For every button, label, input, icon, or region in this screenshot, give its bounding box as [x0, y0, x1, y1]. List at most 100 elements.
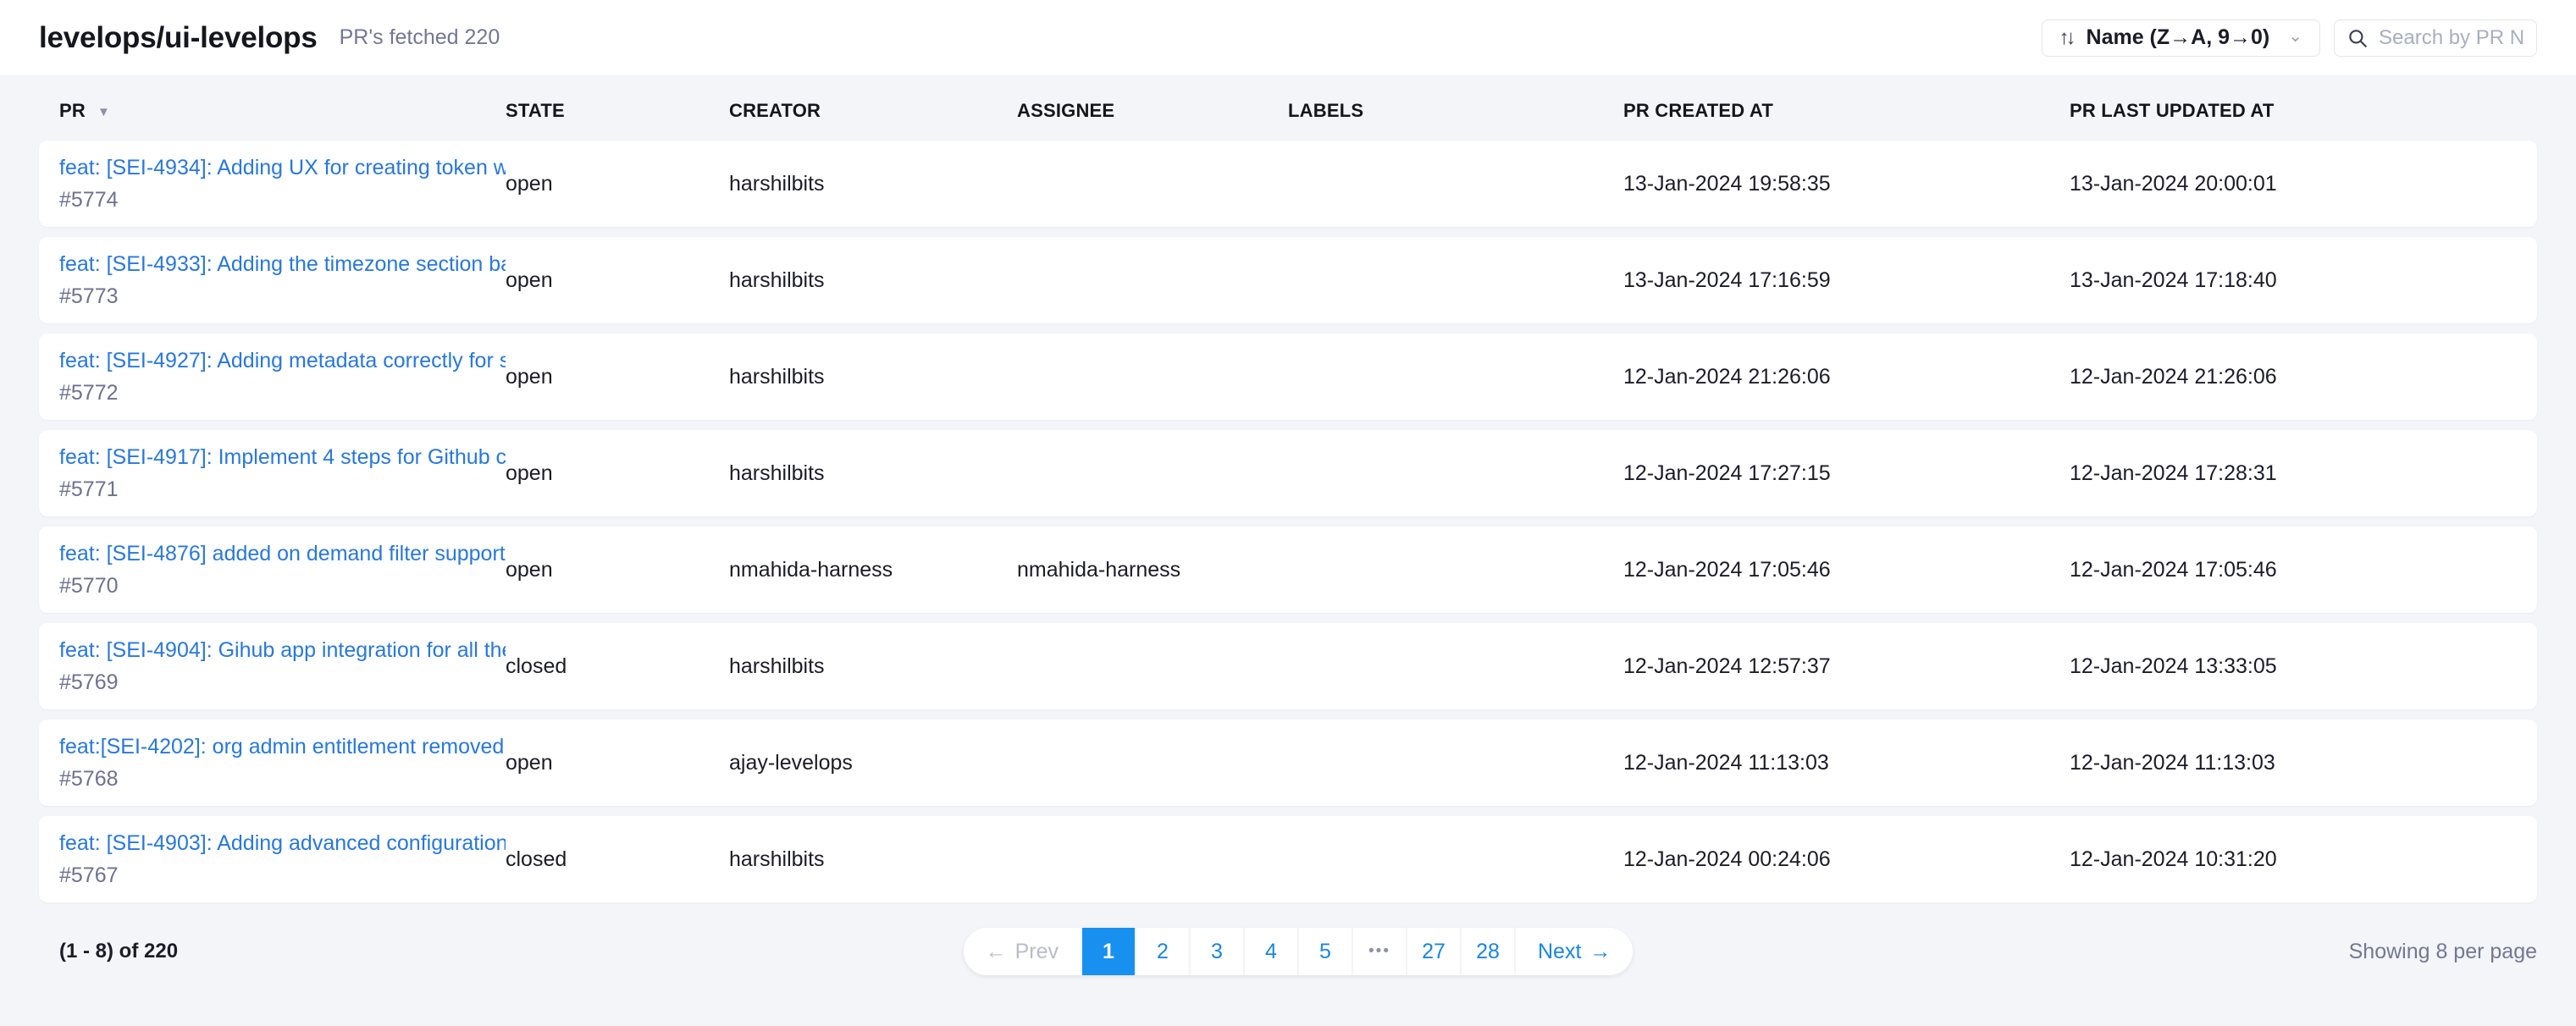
- table-row: feat: [SEI-4934]: Adding UX for creating…: [39, 141, 2537, 227]
- pagination-next-button[interactable]: Next →: [1514, 928, 1633, 975]
- pr-number: #5772: [59, 381, 506, 405]
- pagination-ellipsis[interactable]: •••: [1352, 928, 1406, 975]
- search-icon: [2347, 27, 2369, 49]
- pr-updated-at: 12-Jan-2024 17:28:31: [2070, 461, 2517, 486]
- pr-cell: feat: [SEI-4904]: Gihub app integration …: [59, 638, 506, 695]
- pr-creator: harshilbits: [729, 654, 1017, 679]
- column-header-pr[interactable]: PR ▼: [59, 100, 506, 122]
- pr-created-at: 12-Jan-2024 12:57:37: [1623, 654, 2070, 679]
- pr-state: closed: [506, 847, 729, 872]
- pr-assignee: nmahida-harness: [1017, 558, 1288, 582]
- pr-table: PR ▼ STATE CREATOR ASSIGNEE LABELS PR CR…: [0, 76, 2576, 975]
- sort-arrows-icon: ↑↓: [2059, 26, 2073, 50]
- top-bar: levelops/ui-levelops PR's fetched 220 ↑↓…: [0, 0, 2576, 76]
- table-row: feat: [SEI-4917]: Implement 4 steps for …: [39, 430, 2537, 516]
- pr-created-at: 12-Jan-2024 17:05:46: [1623, 558, 2070, 582]
- pr-state: open: [506, 172, 729, 196]
- pr-cell: feat: [SEI-4933]: Adding the timezone se…: [59, 252, 506, 309]
- pr-cell: feat: [SEI-4917]: Implement 4 steps for …: [59, 445, 506, 502]
- pr-created-at: 12-Jan-2024 11:13:03: [1623, 751, 2070, 775]
- pr-creator: harshilbits: [729, 268, 1017, 293]
- pr-number: #5767: [59, 863, 506, 888]
- pr-title-link[interactable]: feat: [SEI-4903]: Adding advanced config…: [59, 831, 506, 856]
- pr-state: closed: [506, 654, 729, 679]
- pagination-page-3[interactable]: 3: [1189, 928, 1243, 975]
- pr-creator: ajay-levelops: [729, 751, 1017, 775]
- pr-creator: harshilbits: [729, 847, 1017, 872]
- pr-number: #5770: [59, 574, 506, 598]
- pr-updated-at: 12-Jan-2024 13:33:05: [2070, 654, 2517, 679]
- pr-title-link[interactable]: feat: [SEI-4917]: Implement 4 steps for …: [59, 445, 506, 470]
- table-row: feat: [SEI-4927]: Adding metadata correc…: [39, 334, 2537, 420]
- pr-cell: feat: [SEI-4927]: Adding metadata correc…: [59, 349, 506, 405]
- pr-updated-at: 12-Jan-2024 21:26:06: [2070, 365, 2517, 389]
- search-input[interactable]: [2379, 26, 2524, 50]
- topbar-controls: ↑↓ Name (Z→A, 9→0) ⌄: [2042, 19, 2537, 57]
- result-range-text: (1 - 8) of 220: [59, 940, 964, 963]
- search-box[interactable]: [2334, 19, 2537, 57]
- pr-created-at: 13-Jan-2024 19:58:35: [1623, 172, 2070, 196]
- pr-updated-at: 12-Jan-2024 17:05:46: [2070, 558, 2517, 582]
- pr-state: open: [506, 751, 729, 775]
- sort-descending-icon[interactable]: ▼: [97, 105, 110, 119]
- pr-created-at: 12-Jan-2024 00:24:06: [1623, 847, 2070, 872]
- pr-updated-at: 13-Jan-2024 17:18:40: [2070, 268, 2517, 293]
- column-header-created-at: PR CREATED AT: [1623, 100, 2070, 122]
- pagination-page-1[interactable]: 1: [1081, 928, 1135, 975]
- pr-state: open: [506, 461, 729, 486]
- column-header-state: STATE: [506, 100, 729, 122]
- pr-updated-at: 12-Jan-2024 11:13:03: [2070, 751, 2517, 775]
- pr-number: #5774: [59, 188, 506, 212]
- table-row: feat: [SEI-4904]: Gihub app integration …: [39, 623, 2537, 709]
- pagination-page-2[interactable]: 2: [1135, 928, 1189, 975]
- sort-dropdown[interactable]: ↑↓ Name (Z→A, 9→0) ⌄: [2042, 19, 2320, 57]
- pr-state: open: [506, 558, 729, 582]
- table-footer: (1 - 8) of 220 ← Prev 1 2 3 4 5 ••• 27 2…: [39, 928, 2537, 975]
- arrow-left-icon: ←: [986, 940, 1007, 964]
- arrow-right-icon: →: [1589, 940, 1611, 964]
- pr-number: #5773: [59, 284, 506, 309]
- pr-title-link[interactable]: feat: [SEI-4876] added on demand filter …: [59, 542, 506, 566]
- pr-updated-at: 13-Jan-2024 20:00:01: [2070, 172, 2517, 196]
- pr-created-at: 12-Jan-2024 21:26:06: [1623, 365, 2070, 389]
- table-header-row: PR ▼ STATE CREATOR ASSIGNEE LABELS PR CR…: [39, 76, 2537, 141]
- pr-created-at: 13-Jan-2024 17:16:59: [1623, 268, 2070, 293]
- pr-title-link[interactable]: feat: [SEI-4927]: Adding metadata correc…: [59, 349, 506, 373]
- pr-cell: feat: [SEI-4934]: Adding UX for creating…: [59, 156, 506, 212]
- pr-title-link[interactable]: feat: [SEI-4904]: Gihub app integration …: [59, 638, 506, 663]
- column-header-updated-at: PR LAST UPDATED AT: [2070, 100, 2517, 122]
- pr-number: #5768: [59, 767, 506, 792]
- table-row: feat: [SEI-4933]: Adding the timezone se…: [39, 237, 2537, 323]
- pr-cell: feat:[SEI-4202]: org admin entitlement r…: [59, 735, 506, 792]
- pagination: ← Prev 1 2 3 4 5 ••• 27 28 Next →: [964, 928, 1633, 975]
- pr-number: #5769: [59, 670, 506, 695]
- pr-title-link[interactable]: feat: [SEI-4933]: Adding the timezone se…: [59, 252, 506, 277]
- column-header-assignee: ASSIGNEE: [1017, 100, 1288, 122]
- table-row: feat: [SEI-4876] added on demand filter …: [39, 527, 2537, 613]
- per-page-text: Showing 8 per page: [1633, 940, 2537, 964]
- pr-updated-at: 12-Jan-2024 10:31:20: [2070, 847, 2517, 872]
- page-title: levelops/ui-levelops: [39, 21, 318, 55]
- column-header-labels: LABELS: [1288, 100, 1623, 122]
- pr-number: #5771: [59, 477, 506, 502]
- pagination-page-4[interactable]: 4: [1243, 928, 1297, 975]
- pr-cell: feat: [SEI-4876] added on demand filter …: [59, 542, 506, 598]
- pagination-page-27[interactable]: 27: [1406, 928, 1460, 975]
- pr-cell: feat: [SEI-4903]: Adding advanced config…: [59, 831, 506, 888]
- table-row: feat: [SEI-4903]: Adding advanced config…: [39, 816, 2537, 902]
- pr-title-link[interactable]: feat: [SEI-4934]: Adding UX for creating…: [59, 156, 506, 180]
- pr-state: open: [506, 365, 729, 389]
- chevron-down-icon: ⌄: [2288, 25, 2302, 47]
- table-row: feat:[SEI-4202]: org admin entitlement r…: [39, 720, 2537, 806]
- pr-title-link[interactable]: feat:[SEI-4202]: org admin entitlement r…: [59, 735, 506, 759]
- pr-creator: harshilbits: [729, 461, 1017, 486]
- pr-created-at: 12-Jan-2024 17:27:15: [1623, 461, 2070, 486]
- pr-creator: harshilbits: [729, 172, 1017, 196]
- pr-creator: nmahida-harness: [729, 558, 1017, 582]
- pagination-page-5[interactable]: 5: [1297, 928, 1352, 975]
- pagination-page-28[interactable]: 28: [1460, 928, 1514, 975]
- sort-dropdown-value: Name (Z→A, 9→0): [2087, 25, 2270, 50]
- pr-creator: harshilbits: [729, 365, 1017, 389]
- column-header-creator: CREATOR: [729, 100, 1017, 122]
- pagination-prev-button[interactable]: ← Prev: [964, 928, 1081, 975]
